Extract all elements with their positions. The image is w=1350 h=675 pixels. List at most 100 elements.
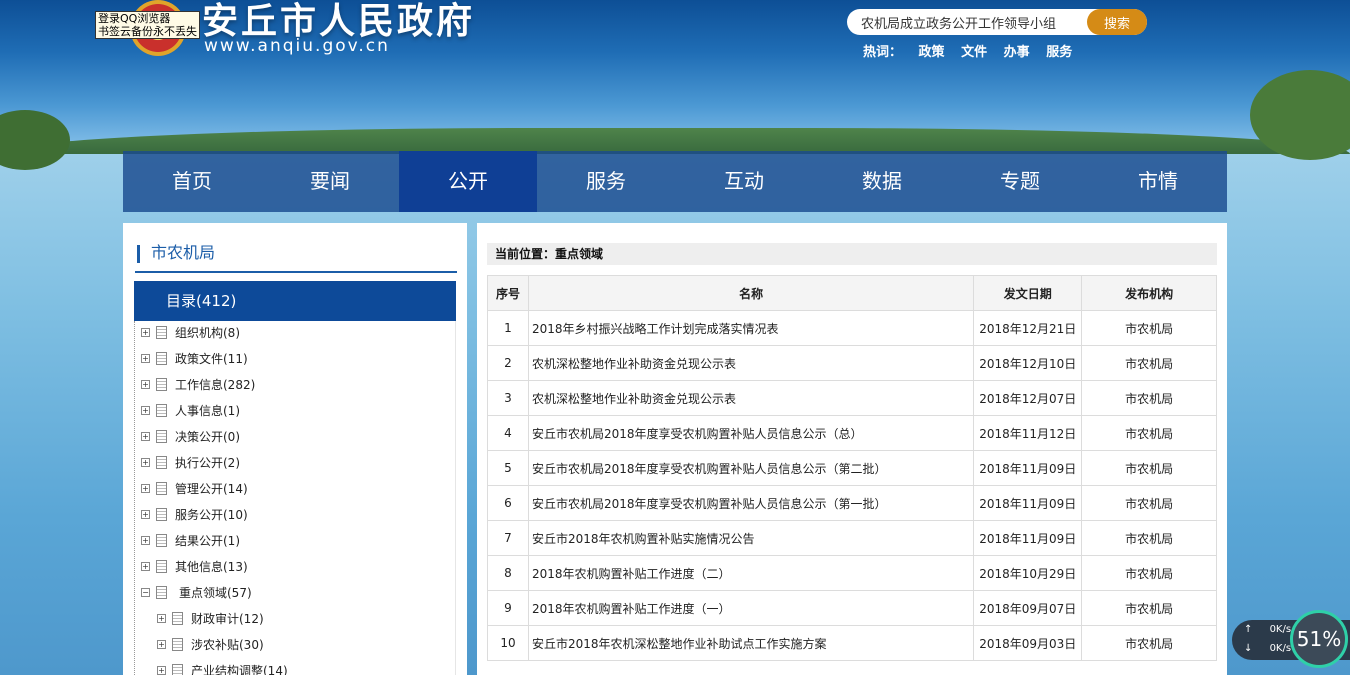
cell-no: 4 bbox=[487, 415, 529, 451]
table-row: 7 安丘市2018年农机购置补贴实施情况公告 2018年11月09日 市农机局 bbox=[487, 520, 1217, 556]
cell-name[interactable]: 农机深松整地作业补助资金兑现公示表 bbox=[527, 380, 975, 416]
net-speed-widget[interactable]: ↑ 0K/s ↓ 0K/s 51% bbox=[1232, 610, 1350, 668]
col-header-org: 发布机构 bbox=[1081, 275, 1217, 311]
nav-interact[interactable]: 互动 bbox=[675, 151, 813, 212]
cell-no: 1 bbox=[487, 310, 529, 346]
table-row: 9 2018年农机购置补贴工作进度（一） 2018年09月07日 市农机局 bbox=[487, 590, 1217, 626]
tree-item[interactable]: + 执行公开(2) bbox=[141, 452, 240, 472]
tree-item-label[interactable]: 人事信息(1) bbox=[175, 402, 240, 419]
tree-item-label[interactable]: 政策文件(11) bbox=[175, 350, 248, 367]
folder-doc-icon bbox=[156, 533, 167, 547]
expand-toggle-icon[interactable]: + bbox=[141, 509, 150, 519]
cell-date: 2018年11月12日 bbox=[973, 415, 1083, 451]
cell-org: 市农机局 bbox=[1081, 415, 1217, 451]
hotword-link[interactable]: 办事 bbox=[1004, 45, 1030, 60]
table-row: 1 2018年乡村振兴战略工作计划完成落实情况表 2018年12月21日 市农机局 bbox=[487, 310, 1217, 346]
nav-open[interactable]: 公开 bbox=[399, 151, 537, 212]
expand-toggle-icon[interactable]: + bbox=[141, 405, 150, 415]
tree-item[interactable]: + 政策文件(11) bbox=[141, 348, 248, 368]
folder-doc-icon bbox=[172, 637, 183, 651]
tree-item-label[interactable]: 管理公开(14) bbox=[175, 480, 248, 497]
tooltip-line-1: 登录QQ浏览器 bbox=[98, 12, 171, 25]
tree-item[interactable]: + 决策公开(0) bbox=[141, 426, 240, 446]
expand-toggle-icon[interactable]: + bbox=[157, 613, 166, 623]
expand-toggle-icon[interactable]: + bbox=[157, 665, 166, 675]
expand-toggle-icon[interactable]: + bbox=[157, 639, 166, 649]
cell-date: 2018年11月09日 bbox=[973, 520, 1083, 556]
cell-no: 5 bbox=[487, 450, 529, 486]
cell-name[interactable]: 安丘市2018年农机深松整地作业补助试点工作实施方案 bbox=[527, 625, 975, 661]
search-button[interactable]: 搜索 bbox=[1087, 9, 1147, 35]
folder-doc-icon bbox=[172, 611, 183, 625]
tree-item-label[interactable]: 涉农补贴(30) bbox=[191, 636, 264, 653]
cell-name[interactable]: 安丘市农机局2018年度享受农机购置补贴人员信息公示（第一批） bbox=[527, 485, 975, 521]
tree-item[interactable]: + 其他信息(13) bbox=[141, 556, 248, 576]
expand-toggle-icon[interactable]: + bbox=[141, 327, 150, 337]
cell-name[interactable]: 2018年农机购置补贴工作进度（二） bbox=[527, 555, 975, 591]
tree-item-label[interactable]: 产业结构调整(14) bbox=[191, 662, 288, 675]
tree-item-label[interactable]: 服务公开(10) bbox=[175, 506, 248, 523]
expand-toggle-icon[interactable]: + bbox=[141, 535, 150, 545]
cell-date: 2018年12月07日 bbox=[973, 380, 1083, 416]
tree-item-label[interactable]: 工作信息(282) bbox=[175, 376, 255, 393]
tree-item[interactable]: + 结果公开(1) bbox=[141, 530, 240, 550]
expand-toggle-icon[interactable]: + bbox=[141, 353, 150, 363]
nav-home[interactable]: 首页 bbox=[123, 151, 261, 212]
expand-toggle-icon[interactable]: + bbox=[141, 379, 150, 389]
tree-item[interactable]: + 管理公开(14) bbox=[141, 478, 248, 498]
expand-toggle-icon[interactable]: + bbox=[141, 483, 150, 493]
cell-name[interactable]: 农机深松整地作业补助资金兑现公示表 bbox=[527, 345, 975, 381]
cell-no: 2 bbox=[487, 345, 529, 381]
cell-name[interactable]: 安丘市农机局2018年度享受农机购置补贴人员信息公示（第二批） bbox=[527, 450, 975, 486]
cell-name[interactable]: 2018年乡村振兴战略工作计划完成落实情况表 bbox=[527, 310, 975, 346]
nav-data[interactable]: 数据 bbox=[813, 151, 951, 212]
tree-item[interactable]: + 人事信息(1) bbox=[141, 400, 240, 420]
hotword-link[interactable]: 政策 bbox=[919, 45, 945, 60]
tree-item-label[interactable]: 决策公开(0) bbox=[175, 428, 240, 445]
expand-toggle-icon[interactable]: + bbox=[141, 457, 150, 467]
folder-doc-icon bbox=[156, 429, 167, 443]
hotwords: 热词： 政策 文件 办事 服务 bbox=[863, 41, 1084, 60]
hotword-link[interactable]: 文件 bbox=[961, 45, 987, 60]
nav-service[interactable]: 服务 bbox=[537, 151, 675, 212]
tree-item[interactable]: + 涉农补贴(30) bbox=[157, 634, 264, 654]
tree-item-label[interactable]: 财政审计(12) bbox=[191, 610, 264, 627]
cell-date: 2018年12月10日 bbox=[973, 345, 1083, 381]
cell-name[interactable]: 2018年农机购置补贴工作进度（一） bbox=[527, 590, 975, 626]
tree-item-label[interactable]: 组织机构(8) bbox=[175, 324, 240, 341]
cell-name[interactable]: 安丘市农机局2018年度享受农机购置补贴人员信息公示（总） bbox=[527, 415, 975, 451]
document-table: 序号 名称 发文日期 发布机构 1 2018年乡村振兴战略工作计划完成落实情况表 2… bbox=[487, 275, 1217, 661]
nav-news[interactable]: 要闻 bbox=[261, 151, 399, 212]
nav-city-info[interactable]: 市情 bbox=[1089, 151, 1227, 212]
folder-doc-icon bbox=[156, 481, 167, 495]
tree-item[interactable]: + 产业结构调整(14) bbox=[157, 660, 288, 675]
table-row: 2 农机深松整地作业补助资金兑现公示表 2018年12月10日 市农机局 bbox=[487, 345, 1217, 381]
hotword-link[interactable]: 服务 bbox=[1046, 45, 1072, 60]
tree-item-label[interactable]: 结果公开(1) bbox=[175, 532, 240, 549]
sidebar-title: 市农机局 bbox=[135, 239, 457, 273]
nav-topics[interactable]: 专题 bbox=[951, 151, 1089, 212]
tree-item[interactable]: − 重点领域(57) bbox=[141, 582, 252, 602]
tree-item[interactable]: + 工作信息(282) bbox=[141, 374, 255, 394]
expand-toggle-icon[interactable]: + bbox=[141, 561, 150, 571]
search-input[interactable] bbox=[861, 9, 1081, 35]
tree-item-label[interactable]: 执行公开(2) bbox=[175, 454, 240, 471]
tree-item[interactable]: + 服务公开(10) bbox=[141, 504, 248, 524]
table-row: 6 安丘市农机局2018年度享受农机购置补贴人员信息公示（第一批） 2018年11月… bbox=[487, 485, 1217, 521]
folder-doc-icon bbox=[156, 585, 167, 599]
tree-item-label[interactable]: 其他信息(13) bbox=[175, 558, 248, 575]
cell-date: 2018年09月07日 bbox=[973, 590, 1083, 626]
cell-no: 8 bbox=[487, 555, 529, 591]
tree-item-label[interactable]: 重点领域(57) bbox=[179, 584, 252, 601]
cell-org: 市农机局 bbox=[1081, 520, 1217, 556]
cell-org: 市农机局 bbox=[1081, 380, 1217, 416]
expand-toggle-icon[interactable]: − bbox=[141, 587, 150, 597]
tree-item[interactable]: + 财政审计(12) bbox=[157, 608, 264, 628]
cell-name[interactable]: 安丘市2018年农机购置补贴实施情况公告 bbox=[527, 520, 975, 556]
search-box: 搜索 bbox=[847, 9, 1147, 35]
tree-item[interactable]: + 组织机构(8) bbox=[141, 322, 240, 342]
col-header-date: 发文日期 bbox=[973, 275, 1083, 311]
expand-toggle-icon[interactable]: + bbox=[141, 431, 150, 441]
catalog-header[interactable]: 目录(412) bbox=[134, 281, 456, 321]
cell-org: 市农机局 bbox=[1081, 590, 1217, 626]
